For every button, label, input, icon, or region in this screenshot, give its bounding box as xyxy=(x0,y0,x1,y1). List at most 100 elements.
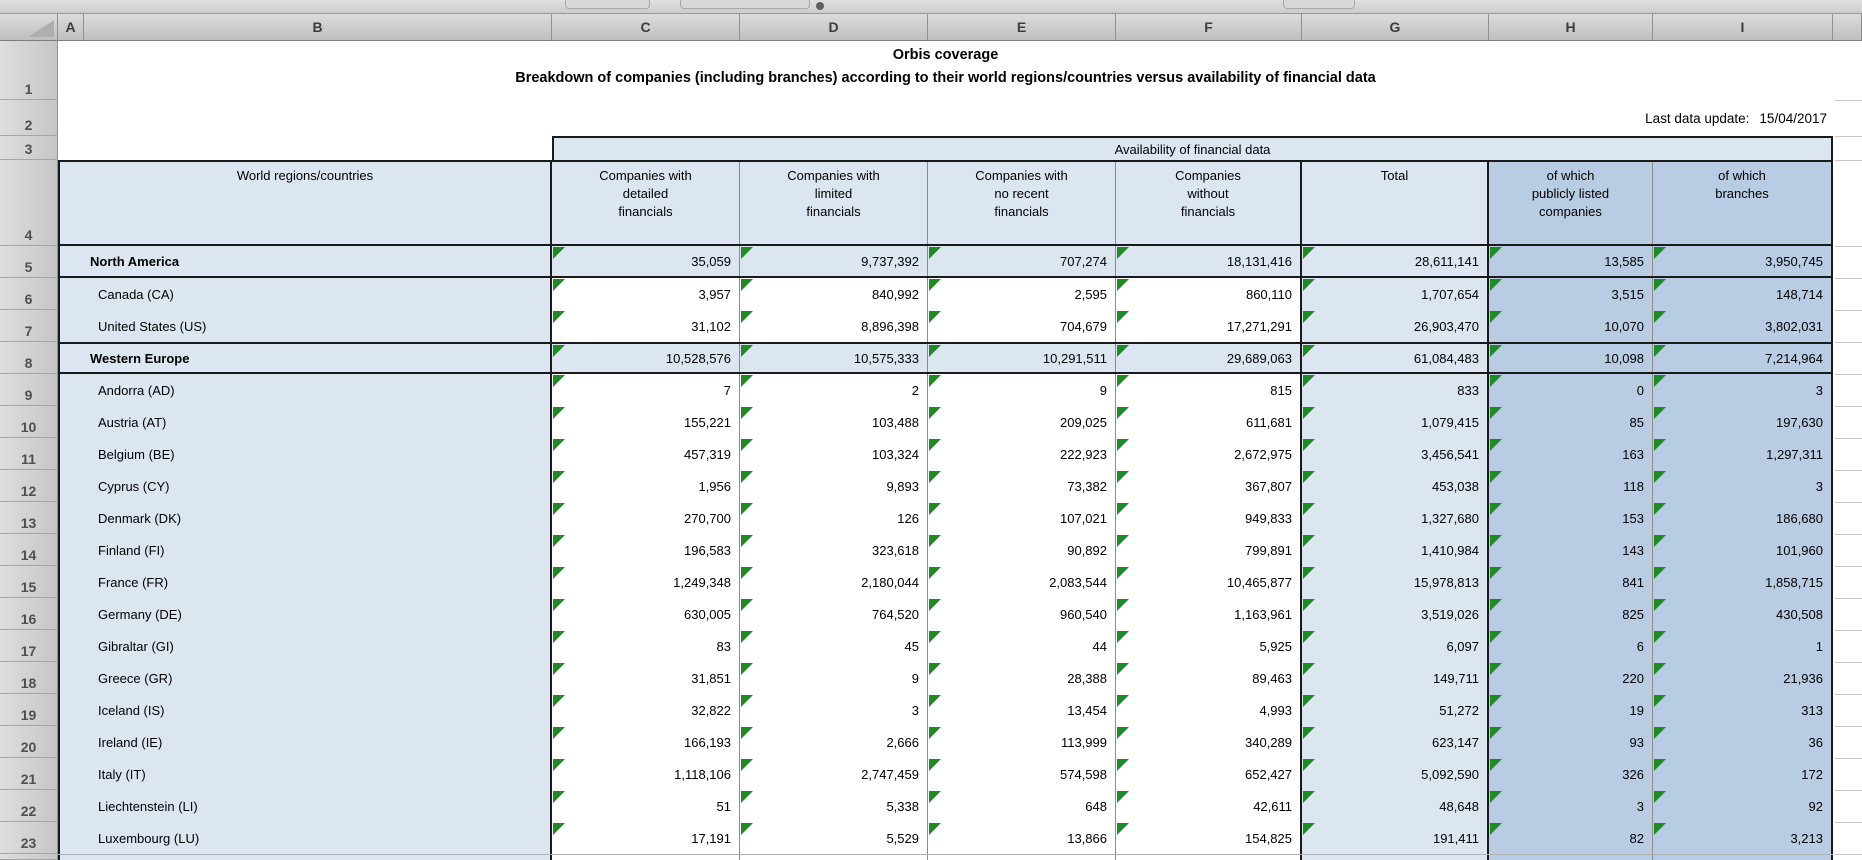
availability-band-cell[interactable]: Availability of financial data xyxy=(552,136,1833,160)
value-cell[interactable]: 1,410,984 xyxy=(1302,534,1489,566)
value-cell[interactable]: 1,956 xyxy=(552,470,740,502)
row-header-17[interactable]: 17 xyxy=(0,630,58,662)
value-cell[interactable]: 143 xyxy=(1489,534,1653,566)
value-cell[interactable]: 89,463 xyxy=(1116,662,1302,694)
value-cell[interactable]: 103,324 xyxy=(740,438,928,470)
value-cell[interactable]: 3,950,745 xyxy=(1653,246,1833,276)
value-cell[interactable]: 2,747,459 xyxy=(740,758,928,790)
value-cell[interactable]: 3,515 xyxy=(1489,278,1653,310)
value-cell[interactable]: 1,297,311 xyxy=(1653,438,1833,470)
value-cell[interactable]: 197,630 xyxy=(1653,406,1833,438)
value-cell[interactable]: 4,993 xyxy=(1116,694,1302,726)
value-cell[interactable]: 841 xyxy=(1489,566,1653,598)
value-cell[interactable]: 149,711 xyxy=(1302,662,1489,694)
country-name-cell[interactable]: Germany (DE) xyxy=(58,598,552,630)
value-cell[interactable]: 61,084,483 xyxy=(1302,344,1489,372)
value-cell[interactable]: 166,193 xyxy=(552,726,740,758)
column-header-C[interactable]: C xyxy=(552,14,740,41)
value-cell[interactable]: 3,456,541 xyxy=(1302,438,1489,470)
country-name-cell[interactable]: Denmark (DK) xyxy=(58,502,552,534)
value-cell[interactable]: 44 xyxy=(928,630,1116,662)
value-cell[interactable]: 5,925 xyxy=(1116,630,1302,662)
column-header-F[interactable]: F xyxy=(1116,14,1302,41)
country-name-cell[interactable]: Andorra (AD) xyxy=(58,374,552,406)
column-header-D[interactable]: D xyxy=(740,14,928,41)
value-cell[interactable]: 82 xyxy=(1489,822,1653,854)
value-cell[interactable]: 148,714 xyxy=(1653,278,1833,310)
column-header-H[interactable]: H xyxy=(1489,14,1653,41)
value-cell[interactable]: 2,666 xyxy=(740,726,928,758)
row-header-12[interactable]: 12 xyxy=(0,470,58,502)
column-header-G[interactable]: G xyxy=(1302,14,1489,41)
value-cell[interactable]: 1,327,680 xyxy=(1302,502,1489,534)
value-cell[interactable]: 5,092,590 xyxy=(1302,758,1489,790)
row-header-18[interactable]: 18 xyxy=(0,662,58,694)
row-header-15[interactable]: 15 xyxy=(0,566,58,598)
value-cell[interactable]: 8,896,398 xyxy=(740,310,928,342)
value-cell[interactable]: 13,585 xyxy=(1489,246,1653,276)
country-name-cell[interactable]: Austria (AT) xyxy=(58,406,552,438)
row-header-11[interactable]: 11 xyxy=(0,438,58,470)
column-header-cell[interactable]: Companies with limited financials xyxy=(740,162,928,244)
row-header-21[interactable]: 21 xyxy=(0,758,58,790)
row-header-1[interactable]: 1 xyxy=(0,41,58,100)
value-cell[interactable]: 3 xyxy=(1489,790,1653,822)
value-cell[interactable]: 101,960 xyxy=(1653,534,1833,566)
value-cell[interactable]: 326 xyxy=(1489,758,1653,790)
value-cell[interactable]: 960,540 xyxy=(928,598,1116,630)
value-cell[interactable] xyxy=(552,855,740,860)
value-cell[interactable]: 707,274 xyxy=(928,246,1116,276)
column-header-cell[interactable]: of which publicly listed companies xyxy=(1489,162,1653,244)
value-cell[interactable]: 1,163,961 xyxy=(1116,598,1302,630)
value-cell[interactable]: 815 xyxy=(1116,374,1302,406)
column-header-cell[interactable]: Companies without financials xyxy=(1116,162,1302,244)
value-cell[interactable]: 2,595 xyxy=(928,278,1116,310)
column-header-cell[interactable]: Companies with detailed financials xyxy=(552,162,740,244)
value-cell[interactable] xyxy=(1302,855,1489,860)
country-name-cell[interactable]: Iceland (IS) xyxy=(58,694,552,726)
country-name-cell[interactable]: Greece (GR) xyxy=(58,662,552,694)
value-cell[interactable]: 6 xyxy=(1489,630,1653,662)
row-header-9[interactable]: 9 xyxy=(0,374,58,406)
value-cell[interactable]: 2,180,044 xyxy=(740,566,928,598)
value-cell[interactable]: 3,519,026 xyxy=(1302,598,1489,630)
value-cell[interactable]: 10,575,333 xyxy=(740,344,928,372)
country-name-cell[interactable]: Canada (CA) xyxy=(58,278,552,310)
value-cell[interactable]: 42,611 xyxy=(1116,790,1302,822)
value-cell[interactable]: 186,680 xyxy=(1653,502,1833,534)
value-cell[interactable] xyxy=(1489,855,1653,860)
value-cell[interactable]: 623,147 xyxy=(1302,726,1489,758)
value-cell[interactable]: 704,679 xyxy=(928,310,1116,342)
value-cell[interactable]: 3,213 xyxy=(1653,822,1833,854)
value-cell[interactable]: 1,249,348 xyxy=(552,566,740,598)
value-cell[interactable]: 9 xyxy=(928,374,1116,406)
value-cell[interactable]: 29,689,063 xyxy=(1116,344,1302,372)
value-cell[interactable]: 630,005 xyxy=(552,598,740,630)
value-cell[interactable]: 13,454 xyxy=(928,694,1116,726)
country-name-cell[interactable]: France (FR) xyxy=(58,566,552,598)
country-name-cell[interactable]: Luxembourg (LU) xyxy=(58,822,552,854)
value-cell[interactable]: 0 xyxy=(1489,374,1653,406)
value-cell[interactable]: 48,648 xyxy=(1302,790,1489,822)
value-cell[interactable]: 17,191 xyxy=(552,822,740,854)
value-cell[interactable]: 220 xyxy=(1489,662,1653,694)
value-cell[interactable]: 209,025 xyxy=(928,406,1116,438)
value-cell[interactable]: 367,807 xyxy=(1116,470,1302,502)
value-cell[interactable]: 92 xyxy=(1653,790,1833,822)
value-cell[interactable]: 10,098 xyxy=(1489,344,1653,372)
value-cell[interactable]: 574,598 xyxy=(928,758,1116,790)
value-cell[interactable]: 323,618 xyxy=(740,534,928,566)
value-cell[interactable]: 2,672,975 xyxy=(1116,438,1302,470)
row-header-6[interactable]: 6 xyxy=(0,278,58,310)
value-cell[interactable]: 153 xyxy=(1489,502,1653,534)
value-cell[interactable]: 36 xyxy=(1653,726,1833,758)
value-cell[interactable]: 9 xyxy=(740,662,928,694)
row-header-3[interactable]: 3 xyxy=(0,136,58,160)
value-cell[interactable] xyxy=(1116,855,1302,860)
value-cell[interactable]: 799,891 xyxy=(1116,534,1302,566)
country-name-cell[interactable]: Cyprus (CY) xyxy=(58,470,552,502)
value-cell[interactable]: 21,936 xyxy=(1653,662,1833,694)
value-cell[interactable]: 1,858,715 xyxy=(1653,566,1833,598)
value-cell[interactable]: 611,681 xyxy=(1116,406,1302,438)
country-name-cell[interactable] xyxy=(58,855,552,860)
